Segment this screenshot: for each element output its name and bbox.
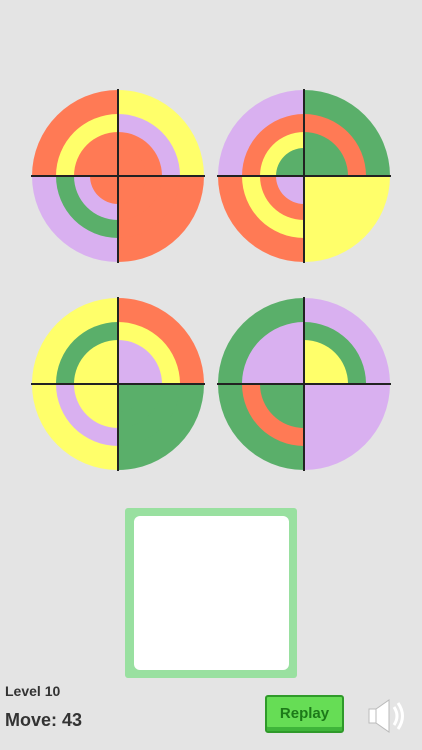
quadrant-top-right[interactable] [118, 298, 204, 384]
speaker-glyph [368, 699, 404, 733]
puzzle-svg [31, 89, 205, 263]
quadrant-top-left[interactable] [218, 90, 304, 176]
quadrant-bottom-left[interactable] [32, 176, 118, 262]
puzzle-circle-1[interactable] [31, 89, 205, 263]
speaker-icon[interactable] [367, 697, 409, 735]
puzzle-circle-3[interactable] [31, 297, 205, 471]
quadrant-bottom-right[interactable] [118, 384, 204, 470]
puzzle-svg [31, 297, 205, 471]
level-label: Level 10 [5, 683, 61, 699]
quadrant-bottom-left[interactable] [218, 176, 304, 262]
drop-zone-inner [134, 516, 289, 670]
replay-button[interactable]: Replay [265, 695, 344, 733]
quadrant-bottom-left[interactable] [32, 384, 118, 470]
quadrant-bottom-right[interactable] [118, 176, 204, 262]
quadrant-bottom-left[interactable] [218, 384, 304, 470]
move-counter: Move: 43 [5, 710, 83, 730]
puzzle-circle-4[interactable] [217, 297, 391, 471]
target-drop-zone[interactable] [125, 508, 297, 678]
quadrant-top-right[interactable] [304, 298, 390, 384]
puzzle-svg [217, 89, 391, 263]
quadrant-bottom-right[interactable] [304, 176, 390, 262]
quadrant-top-left[interactable] [32, 298, 118, 384]
puzzle-board [0, 0, 422, 480]
quadrant-top-left[interactable] [32, 90, 118, 176]
quadrant-top-right[interactable] [304, 90, 390, 176]
quadrant-top-left[interactable] [218, 298, 304, 384]
puzzle-svg [217, 297, 391, 471]
quadrant-top-right[interactable] [118, 90, 204, 176]
puzzle-circle-2[interactable] [217, 89, 391, 263]
quadrant-bottom-right[interactable] [304, 384, 390, 470]
